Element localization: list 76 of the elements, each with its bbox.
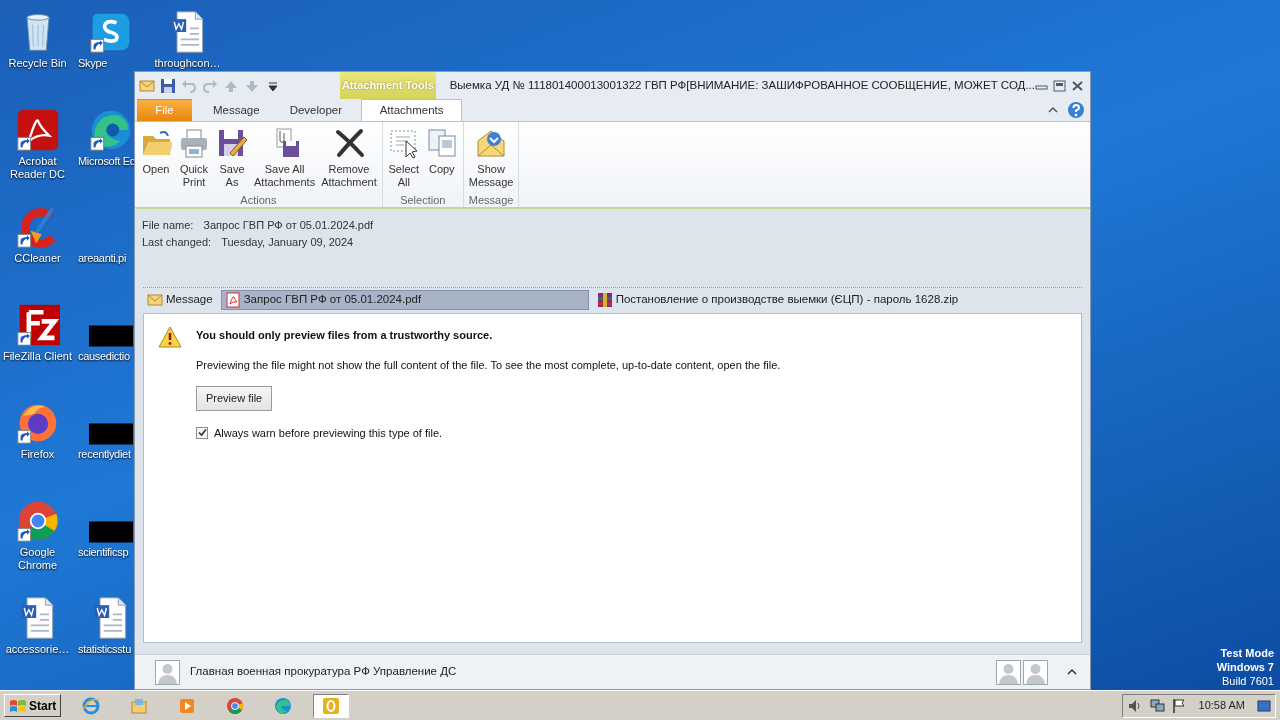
mail-app-icon (322, 696, 341, 715)
copy-icon (425, 127, 458, 159)
os-notice-text: Windows 7 (1216, 660, 1274, 674)
printer-icon (178, 127, 210, 159)
field-value: Запрос ГВП РФ от 05.01.2024.pdf (203, 218, 374, 233)
ribbon-button[interactable]: Remove Attachment (318, 122, 380, 192)
desktop-icon-label[interactable]: scientificsp (78, 545, 129, 559)
desktop-icon-label[interactable]: FileZilla Client (2, 350, 73, 364)
archive-icon (596, 292, 613, 308)
desktop-icon-label[interactable]: areaanti.pi (78, 252, 127, 266)
maximize-icon[interactable] (1053, 79, 1066, 92)
field-value: Tuesday, January 09, 2024 (221, 235, 354, 250)
taskbar-app[interactable] (313, 693, 350, 718)
desktop-icon-label[interactable]: Google Chrome (17, 545, 58, 572)
ribbon-group-label: Selection (399, 193, 447, 207)
field-label: Last changed: (142, 235, 212, 250)
folder-icon (130, 696, 149, 715)
start-button[interactable]: Start (4, 694, 62, 717)
ribbon-tab[interactable]: Developer (274, 99, 358, 121)
media-player-icon (178, 696, 197, 715)
desktop-icon-label[interactable]: causedictio (78, 350, 130, 364)
ribbon-tab[interactable]: Attachments (361, 99, 463, 121)
os-notice-text: Build 7601 (1221, 674, 1274, 688)
ribbon-button[interactable]: Quick Print (175, 122, 213, 192)
acrobat-icon[interactable] (15, 107, 60, 152)
ribbon-button[interactable]: Select All (384, 122, 423, 192)
os-notice-text: Test Mode (1219, 646, 1274, 660)
desktop-icon-label[interactable]: Firefox (20, 447, 55, 461)
help-icon[interactable] (1067, 101, 1085, 119)
close-icon[interactable] (1071, 79, 1084, 92)
window-title: Выемка УД № 111801400013001322 ГВП РФ[ВНИМАНИЕ: ЗАШИФРОВАННОЕ СООБЩЕНИЕ, МОЖЕТ СОД... (449, 77, 1035, 93)
attachment-tab[interactable]: Постановление о производстве выемки (ЄЦП) - пароль 1628.zip (592, 290, 963, 310)
attachment-tab[interactable]: Message (143, 290, 217, 310)
ribbon-group-label: Message (467, 193, 515, 207)
select-all-icon (387, 127, 420, 159)
contextual-tab-group: Attachment Tools (340, 72, 436, 99)
save-icon[interactable] (160, 77, 176, 94)
windows-logo-icon (9, 697, 27, 714)
pdf-icon (224, 292, 241, 308)
edge-icon (274, 696, 293, 715)
ribbon-group-label: Actions (239, 193, 278, 207)
desktop-icon-label[interactable]: Skype (78, 57, 108, 70)
warning-message: Previewing the file might not show the full content of the file. To see the most complete, up-to-date content, open the file. (196, 357, 781, 373)
checkbox[interactable] (196, 426, 208, 439)
field-label: File name: (142, 218, 194, 233)
network-icon[interactable] (1148, 697, 1165, 714)
preview-file-button[interactable]: Preview file (196, 386, 273, 411)
desktop-icon-label[interactable]: recentlydiet (78, 447, 131, 461)
warning-heading: You should only preview files from a trustworthy source. (196, 328, 494, 343)
chrome-icon (226, 696, 245, 715)
ribbon-button[interactable]: Show Message (465, 122, 517, 192)
attachment-tab[interactable]: Запрос ГВП РФ от 05.01.2024.pdf (220, 290, 589, 310)
desktop-icon-label[interactable]: Recycle Bin (8, 57, 67, 70)
filezilla-icon[interactable] (15, 303, 60, 348)
browser-icon (82, 696, 101, 715)
flag-icon[interactable] (1170, 697, 1187, 714)
envelope-icon (147, 292, 163, 308)
save-as-icon (216, 127, 248, 159)
desktop-icon-label[interactable]: statisticsstu (78, 643, 131, 657)
ribbon-button[interactable]: Open (137, 122, 175, 192)
show-desktop-icon[interactable] (1257, 698, 1271, 713)
warning-icon (158, 326, 182, 348)
sender-name: Главная военная прокуратура РФ Управление ДС (190, 664, 457, 680)
ribbon-button[interactable]: Copy (422, 122, 461, 192)
desktop-icon-label[interactable]: throughcon… (154, 57, 221, 70)
checkbox-label: Always warn before previewing this type of file. (214, 425, 443, 441)
redaction-bar (89, 325, 133, 348)
desktop-icon-label[interactable]: Acrobat Reader DC (10, 154, 65, 181)
ribbon-button[interactable]: Save As (213, 122, 251, 192)
avatar-icon (155, 659, 180, 685)
redaction-bar (89, 422, 133, 445)
ribbon-button[interactable]: Save All Attachments (251, 122, 319, 192)
redaction-bar (89, 520, 133, 543)
desktop-icon-label[interactable]: CCleaner (14, 252, 61, 266)
ribbon-tab[interactable]: Message (198, 99, 275, 121)
desktop-icon-label[interactable]: accessorie… (5, 643, 70, 657)
